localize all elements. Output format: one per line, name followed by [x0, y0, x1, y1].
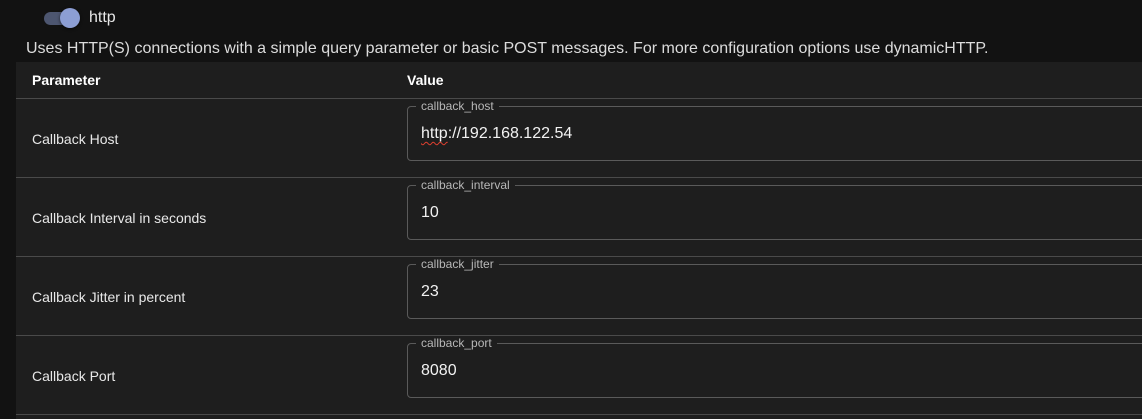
table-row: Callback Interval in seconds callback_in…	[16, 178, 1142, 257]
parameters-table: Parameter Value Callback Host callback_h…	[16, 62, 1142, 419]
profile-toggle-row: http	[44, 7, 116, 29]
host-value-rest: ://192.168.122.54	[447, 125, 573, 142]
callback-interval-field[interactable]: callback_interval 10	[407, 178, 1142, 240]
table-row: Callback Host callback_host http://192.1…	[16, 99, 1142, 178]
callback-port-input[interactable]: 8080	[421, 344, 1121, 397]
callback-port-field[interactable]: callback_port 8080	[407, 336, 1142, 398]
table-row: Callback Jitter in percent callback_jitt…	[16, 257, 1142, 336]
row-label-callback-jitter: Callback Jitter in percent	[32, 289, 186, 305]
callback-interval-input[interactable]: 10	[421, 186, 1121, 239]
spellcheck-word: http	[421, 125, 448, 142]
callback-jitter-field[interactable]: callback_jitter 23	[407, 257, 1142, 319]
row-label-callback-host: Callback Host	[32, 131, 119, 147]
column-header-value: Value	[407, 72, 444, 88]
callback-host-field[interactable]: callback_host http://192.168.122.54	[407, 99, 1142, 161]
table-row: Callback Port callback_port 8080	[16, 336, 1142, 415]
callback-jitter-input[interactable]: 23	[421, 265, 1121, 318]
table-header: Parameter Value	[16, 62, 1142, 99]
row-label-callback-port: Callback Port	[32, 368, 116, 384]
switch-thumb[interactable]	[60, 8, 80, 28]
profile-description: Uses HTTP(S) connections with a simple q…	[26, 40, 989, 57]
column-header-parameter: Parameter	[32, 72, 101, 88]
profile-name-label: http	[89, 9, 116, 26]
callback-host-input[interactable]: http://192.168.122.54	[421, 107, 1121, 160]
profile-enable-switch[interactable]	[44, 7, 81, 29]
row-label-callback-interval: Callback Interval in seconds	[32, 210, 207, 226]
